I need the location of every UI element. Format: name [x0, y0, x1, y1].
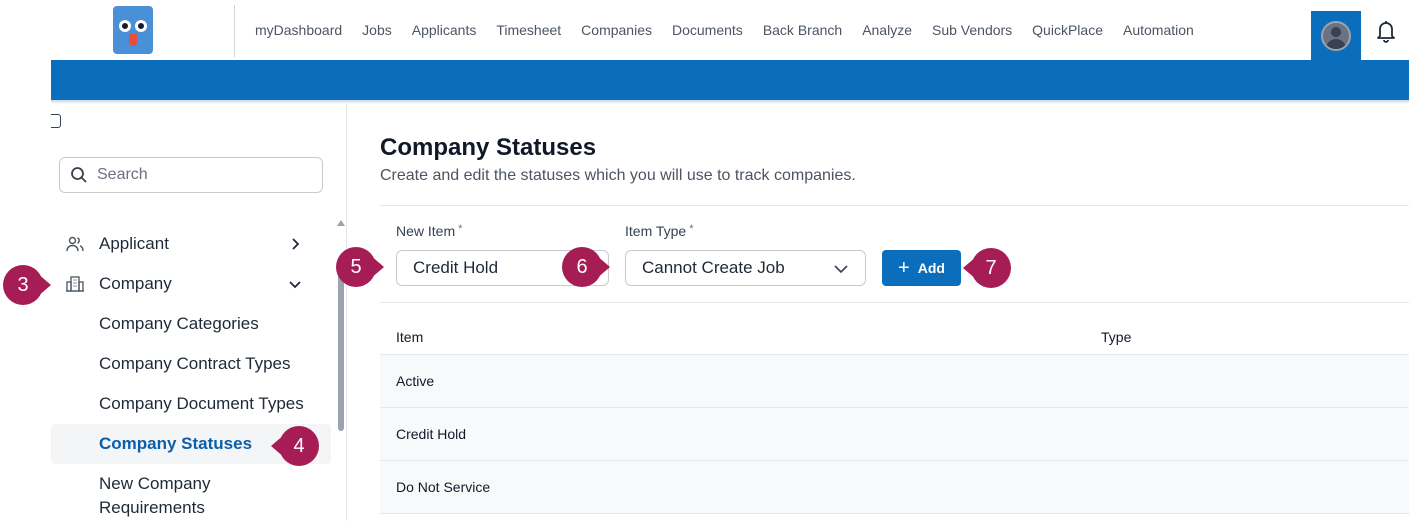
item-type-label: Item Type * — [625, 223, 694, 239]
add-button[interactable]: + Add — [882, 250, 961, 286]
nav-sub-vendors[interactable]: Sub Vendors — [922, 22, 1022, 38]
sidebar-subitem-company-categories[interactable]: Company Categories — [51, 304, 331, 344]
callout-number: 6 — [562, 247, 602, 287]
page-subtitle: Create and edit the statuses which you w… — [380, 167, 856, 184]
scroll-up-arrow[interactable] — [337, 220, 345, 226]
item-type-selected-value: Cannot Create Job — [642, 258, 785, 277]
sidebar-item-label: Applicant — [99, 234, 169, 253]
building-icon — [66, 276, 84, 292]
nav-jobs[interactable]: Jobs — [352, 22, 402, 38]
sidebar-item-label: Company — [99, 274, 172, 293]
chevron-right-icon — [292, 238, 300, 250]
callout-number: 4 — [279, 426, 319, 466]
chevron-down-icon — [289, 281, 301, 289]
sidebar-subitem-label: Company Document Types — [99, 394, 304, 413]
sidebar-subitem-company-document-types[interactable]: Company Document Types — [51, 384, 331, 424]
main-nav: myDashboard Jobs Applicants Timesheet Co… — [245, 0, 1204, 60]
divider — [380, 302, 1409, 303]
column-header-item[interactable]: Item — [396, 329, 423, 345]
table-header-row: Item Type — [380, 318, 1409, 355]
app-window: myDashboard Jobs Applicants Timesheet Co… — [0, 0, 1409, 521]
table-row[interactable]: Credit Hold — [380, 408, 1409, 461]
required-mark: * — [689, 223, 694, 235]
logo-eye-right — [135, 20, 147, 32]
nav-divider — [234, 5, 235, 57]
page-title: Company Statuses — [380, 134, 597, 161]
nav-quickplace[interactable]: QuickPlace — [1022, 22, 1113, 38]
bell-icon[interactable] — [1374, 18, 1398, 44]
user-menu-button[interactable] — [1311, 11, 1361, 60]
table-row[interactable]: Do Not Service — [380, 461, 1409, 514]
nav-companies[interactable]: Companies — [571, 22, 662, 38]
table-cell-item: Credit Hold — [396, 426, 467, 442]
callout-number: 7 — [971, 248, 1011, 288]
chevron-down-icon — [834, 265, 848, 274]
logo-beak — [129, 34, 137, 46]
nav-my-dashboard[interactable]: myDashboard — [245, 22, 352, 38]
table-row[interactable]: Active — [380, 355, 1409, 408]
item-type-label-text: Item Type — [625, 223, 687, 239]
new-item-label-text: New Item — [396, 223, 456, 239]
callout-number: 5 — [336, 247, 376, 287]
nav-documents[interactable]: Documents — [662, 22, 753, 38]
sidebar-subitem-label: Company Contract Types — [99, 354, 291, 373]
sidebar-item-applicant[interactable]: Applicant — [51, 224, 331, 264]
column-header-type[interactable]: Type — [1101, 329, 1131, 345]
callout-3: 3 — [3, 265, 51, 305]
item-type-select[interactable]: Cannot Create Job — [625, 250, 866, 286]
search-icon — [71, 167, 87, 183]
plus-icon: + — [898, 257, 910, 279]
top-navbar: myDashboard Jobs Applicants Timesheet Co… — [0, 0, 1409, 60]
nav-applicants[interactable]: Applicants — [402, 22, 487, 38]
sidebar-subitem-label: Company Statuses — [99, 434, 253, 453]
add-button-label: Add — [917, 260, 945, 276]
required-mark: * — [458, 223, 463, 235]
nav-back-branch[interactable]: Back Branch — [753, 22, 852, 38]
header-band — [51, 60, 1409, 100]
sidebar-search[interactable] — [59, 157, 323, 193]
search-input[interactable] — [97, 166, 297, 184]
callout-6: 6 — [562, 247, 610, 287]
sidebar-collapse-icon[interactable] — [51, 114, 61, 128]
statuses-table: Item Type Active Credit Hold Do Not Serv… — [380, 318, 1409, 514]
nav-automation[interactable]: Automation — [1113, 22, 1204, 38]
logo-eye-left — [119, 20, 131, 32]
sidebar-subitem-company-contract-types[interactable]: Company Contract Types — [51, 344, 331, 384]
divider — [380, 205, 1409, 206]
callout-7: 7 — [963, 248, 1011, 288]
sidebar-subitem-label: New Company Requirements — [99, 474, 211, 517]
table-cell-item: Active — [396, 373, 435, 389]
users-icon — [66, 236, 84, 252]
callout-number: 3 — [3, 265, 43, 305]
sidebar-item-company[interactable]: Company — [51, 264, 331, 304]
new-item-label: New Item * — [396, 223, 462, 239]
callout-5: 5 — [336, 247, 384, 287]
sidebar-subitem-new-company-requirements[interactable]: New Company Requirements — [51, 472, 331, 520]
callout-4: 4 — [271, 426, 319, 466]
avatar — [1321, 20, 1351, 51]
nav-analyze[interactable]: Analyze — [852, 22, 922, 38]
owl-logo[interactable] — [113, 6, 153, 54]
nav-timesheet[interactable]: Timesheet — [486, 22, 571, 38]
sidebar-subitem-label: Company Categories — [99, 314, 259, 333]
table-cell-item: Do Not Service — [396, 479, 491, 495]
